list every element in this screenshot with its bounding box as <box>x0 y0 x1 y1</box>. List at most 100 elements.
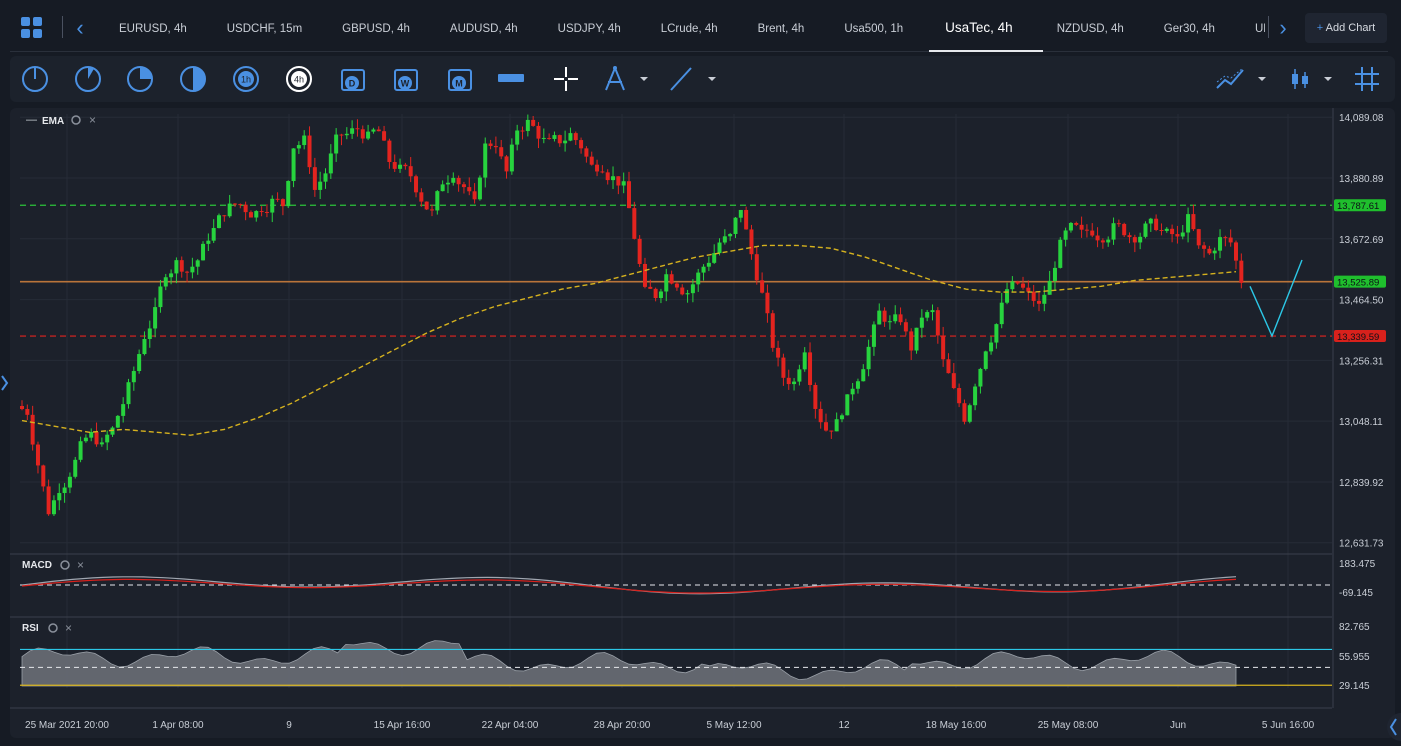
tab-usdjpy-4h[interactable]: USDJPY, 4h <box>544 5 647 52</box>
timeframe-4h-icon[interactable]: 4h <box>284 64 314 94</box>
chevron-down-icon[interactable] <box>1321 64 1335 94</box>
candle-body <box>312 167 317 190</box>
candle-body <box>1122 223 1127 236</box>
tab-brent-4h[interactable]: Brent, 4h <box>744 5 831 52</box>
macd-panel: MACD × 183.475 -69.145 <box>10 553 1376 599</box>
candle-body <box>1175 234 1180 237</box>
tab-audusd-4h[interactable]: AUDUSD, 4h <box>436 5 544 52</box>
crosshair-icon[interactable] <box>551 64 581 94</box>
ruler-icon[interactable] <box>496 64 526 94</box>
tabs-scroll-left-icon[interactable]: ‹ <box>70 16 90 40</box>
chevron-down-icon[interactable] <box>637 64 651 94</box>
candle-body <box>680 287 685 295</box>
candle-body <box>302 135 307 146</box>
candle-body <box>227 203 232 217</box>
candle-body <box>728 233 733 237</box>
chart-grid <box>20 114 1332 688</box>
ema-legend: — EMA × <box>26 113 96 127</box>
time-tick-label: 28 Apr 20:00 <box>594 720 651 731</box>
candle-body <box>1015 281 1020 284</box>
candle-type-icon[interactable] <box>1285 64 1315 94</box>
candle-body <box>648 286 653 289</box>
candle-body <box>1084 229 1089 231</box>
macd-settings-icon <box>60 560 70 570</box>
tabs-scroll-right-icon[interactable]: › <box>1273 16 1293 40</box>
tab-nzdusd-4h[interactable]: NZDUSD, 4h <box>1043 5 1150 52</box>
tab-lcrude-4h[interactable]: LCrude, 4h <box>647 5 744 52</box>
timeframe-5m-icon[interactable] <box>73 64 103 94</box>
time-tick-label: 12 <box>838 720 850 731</box>
candle-body <box>424 201 429 210</box>
candle-body <box>1239 260 1244 283</box>
candle-body <box>914 327 919 351</box>
candle-body <box>616 176 621 186</box>
candle-body <box>1005 289 1010 303</box>
chart-panel: 13,787.61 13,525.89 13,339.59 14,089.08 13,… <box>10 108 1395 738</box>
candle-body <box>627 181 631 209</box>
candle-body <box>1143 223 1148 237</box>
layout-grid-icon[interactable] <box>20 16 44 40</box>
chevron-down-icon[interactable] <box>705 64 719 94</box>
candle-body <box>387 140 392 163</box>
candle-body <box>797 369 802 382</box>
candle-body <box>605 172 610 181</box>
candle-body <box>174 260 179 274</box>
candle-body <box>573 133 578 141</box>
tab-usa500-1h[interactable]: Usa500, 1h <box>830 5 929 52</box>
chevron-down-icon[interactable] <box>1255 64 1269 94</box>
collapse-right-icon[interactable] <box>1380 712 1401 742</box>
candle-body <box>472 191 477 200</box>
candle-body <box>877 310 882 325</box>
timeframe-weekly-icon[interactable]: W <box>391 64 421 94</box>
candle-body <box>46 486 51 515</box>
time-tick-label: 5 Jun 16:00 <box>1262 720 1315 731</box>
timeframe-daily-icon[interactable]: D <box>338 64 368 94</box>
rsi-tick-label: 29.145 <box>1339 681 1370 692</box>
svg-text:—: — <box>26 114 37 126</box>
tab-eurusd-4h[interactable]: EURUSD, 4h <box>105 5 213 52</box>
candle-body <box>195 260 200 267</box>
candle-body <box>1074 222 1079 225</box>
candle-body <box>1031 291 1036 301</box>
add-chart-button[interactable]: + Add Chart <box>1305 13 1387 43</box>
grid-toggle-icon[interactable] <box>1352 64 1382 94</box>
tab-uk[interactable]: UK <box>1241 5 1265 52</box>
tab-usatec-4h[interactable]: UsaTec, 4h <box>929 4 1043 52</box>
timeframe-1m-icon[interactable] <box>20 64 50 94</box>
candle-body <box>903 322 908 332</box>
timeframe-1h-icon[interactable]: 1h <box>231 64 261 94</box>
candle-body <box>477 177 482 200</box>
rsi-panel: RSI × 82.765 55.955 29.145 <box>10 616 1370 692</box>
candle-body <box>871 324 876 347</box>
candle-body <box>264 212 269 214</box>
ema-close-icon[interactable]: × <box>89 113 96 127</box>
candle-body <box>504 156 509 172</box>
price-tick-label: 13,672.69 <box>1339 235 1384 246</box>
candle-body <box>1191 214 1196 230</box>
tab-usdchf-15m[interactable]: USDCHF, 15m <box>213 5 328 52</box>
expand-left-icon[interactable] <box>0 372 10 394</box>
timeframe-15m-icon[interactable] <box>125 64 155 94</box>
candle-body <box>408 166 413 177</box>
chart-svg[interactable]: 13,787.61 13,525.89 13,339.59 14,089.08 13,… <box>10 108 1395 738</box>
tab-gbpusd-4h[interactable]: GBPUSD, 4h <box>328 5 436 52</box>
timeframe-30m-icon[interactable] <box>178 64 208 94</box>
candle-body <box>658 291 663 299</box>
candle-body <box>1095 235 1100 241</box>
indicators-icon[interactable] <box>1215 64 1245 94</box>
timeframe-monthly-icon[interactable]: M <box>445 64 475 94</box>
tab-ger30-4h[interactable]: Ger30, 4h <box>1150 5 1241 52</box>
rsi-tick-label: 55.955 <box>1339 652 1370 663</box>
candle-body <box>717 242 722 254</box>
trend-line-icon[interactable] <box>666 64 696 94</box>
svg-text:1h: 1h <box>241 75 251 85</box>
candle-body <box>62 487 67 494</box>
candle-body <box>946 359 951 374</box>
candle-body <box>983 351 988 369</box>
candle-body <box>291 148 296 182</box>
drawing-tools-icon[interactable] <box>600 64 630 94</box>
candle-body <box>201 243 206 261</box>
time-tick-label: 15 Apr 16:00 <box>374 720 431 731</box>
candle-body <box>712 253 717 263</box>
candle-body <box>690 284 695 294</box>
